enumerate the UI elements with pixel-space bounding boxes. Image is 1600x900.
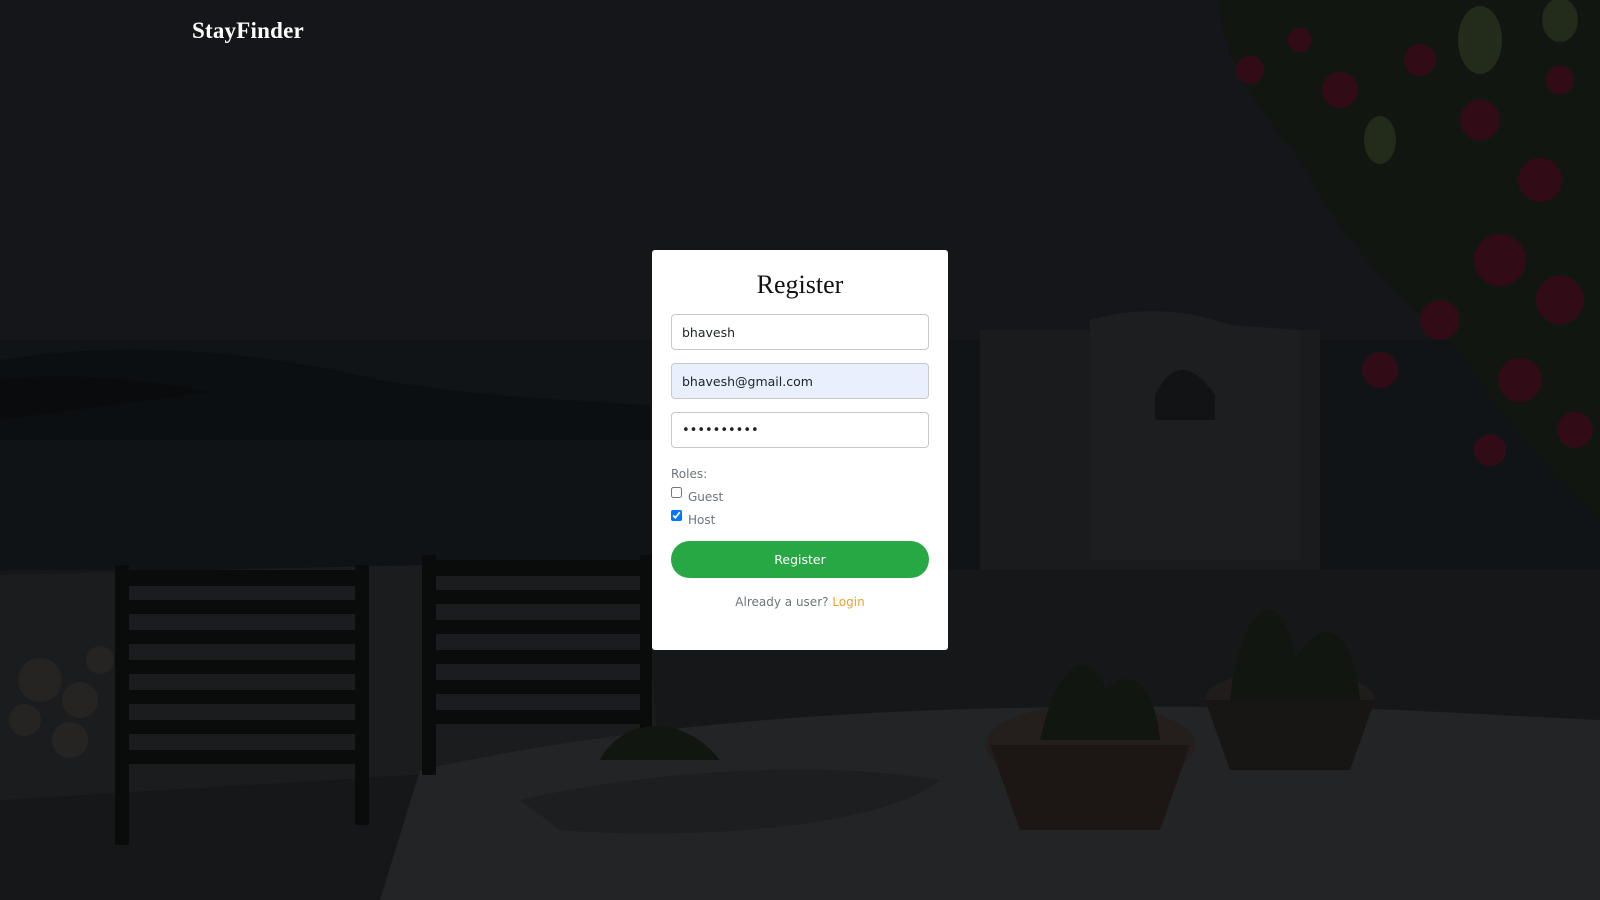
- register-title: Register: [756, 270, 844, 299]
- role-option-host[interactable]: Host: [671, 510, 929, 527]
- login-link[interactable]: Login: [832, 595, 864, 609]
- email-input[interactable]: [671, 363, 929, 399]
- host-checkbox[interactable]: [671, 510, 682, 521]
- register-button[interactable]: Register: [671, 541, 929, 578]
- username-input[interactable]: [671, 314, 929, 350]
- guest-label: Guest: [688, 489, 724, 504]
- password-input[interactable]: [671, 412, 929, 448]
- role-option-guest[interactable]: Guest: [671, 487, 929, 504]
- register-card: Register Roles: Guest Host Register Alre…: [652, 250, 948, 650]
- already-user-text: Already a user?: [735, 595, 833, 609]
- brand-logo[interactable]: StayFinder: [192, 18, 304, 44]
- already-user-row: Already a user? Login: [671, 595, 929, 609]
- roles-label: Roles:: [671, 467, 708, 481]
- host-label: Host: [688, 512, 716, 527]
- guest-checkbox[interactable]: [671, 487, 682, 498]
